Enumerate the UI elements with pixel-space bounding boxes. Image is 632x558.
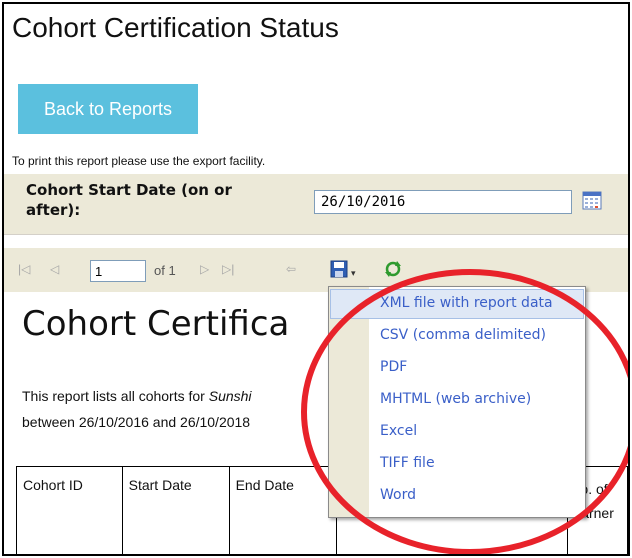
last-page-icon[interactable]: ▷| bbox=[222, 262, 234, 276]
menu-item-csv[interactable]: CSV (comma delimited) bbox=[330, 321, 584, 351]
menu-item-xml[interactable]: XML file with report data bbox=[330, 289, 584, 319]
menu-item-mhtml[interactable]: MHTML (web archive) bbox=[330, 385, 584, 415]
calendar-icon[interactable] bbox=[582, 190, 602, 210]
previous-page-icon[interactable]: ◁ bbox=[50, 262, 59, 276]
report-description-line1: This report lists all cohorts for Sunshi bbox=[22, 388, 252, 404]
first-page-icon[interactable]: |◁ bbox=[18, 262, 30, 276]
column-header-start-date: Start Date bbox=[121, 466, 230, 554]
back-icon[interactable]: ⇦ bbox=[286, 262, 296, 276]
menu-item-excel[interactable]: Excel bbox=[330, 417, 584, 447]
menu-item-tiff[interactable]: TIFF file bbox=[330, 449, 584, 479]
page-count: of 1 bbox=[154, 263, 176, 278]
export-dropdown-caret[interactable]: ▾ bbox=[351, 268, 356, 279]
back-to-reports-button[interactable]: Back to Reports bbox=[18, 84, 198, 134]
start-date-input[interactable] bbox=[314, 190, 572, 214]
divider bbox=[4, 234, 628, 235]
export-format-menu: XML file with report data CSV (comma del… bbox=[328, 286, 586, 518]
parameter-bar: Cohort Start Date (on or after): bbox=[4, 174, 628, 234]
start-date-label: Cohort Start Date (on or after): bbox=[26, 181, 232, 219]
description-text: This report lists all cohorts for bbox=[22, 388, 209, 404]
page-number-input[interactable] bbox=[90, 260, 146, 282]
page-title: Cohort Certification Status bbox=[12, 12, 339, 43]
column-header-cohort-id: Cohort ID bbox=[16, 466, 123, 554]
next-page-icon[interactable]: ▷ bbox=[200, 262, 209, 276]
report-viewer-frame: Cohort Certification Status Back to Repo… bbox=[2, 2, 630, 556]
print-note: To print this report please use the expo… bbox=[12, 154, 266, 168]
column-header-end-date: End Date bbox=[228, 466, 337, 554]
menu-item-word[interactable]: Word bbox=[330, 481, 584, 511]
report-title: Cohort Certifica bbox=[22, 304, 290, 344]
description-italic: Sunshi bbox=[208, 388, 252, 404]
refresh-icon[interactable] bbox=[384, 260, 402, 278]
menu-item-pdf[interactable]: PDF bbox=[330, 353, 584, 383]
save-icon[interactable] bbox=[330, 260, 348, 278]
report-description-line2: between 26/10/2016 and 26/10/2018 bbox=[22, 414, 251, 430]
